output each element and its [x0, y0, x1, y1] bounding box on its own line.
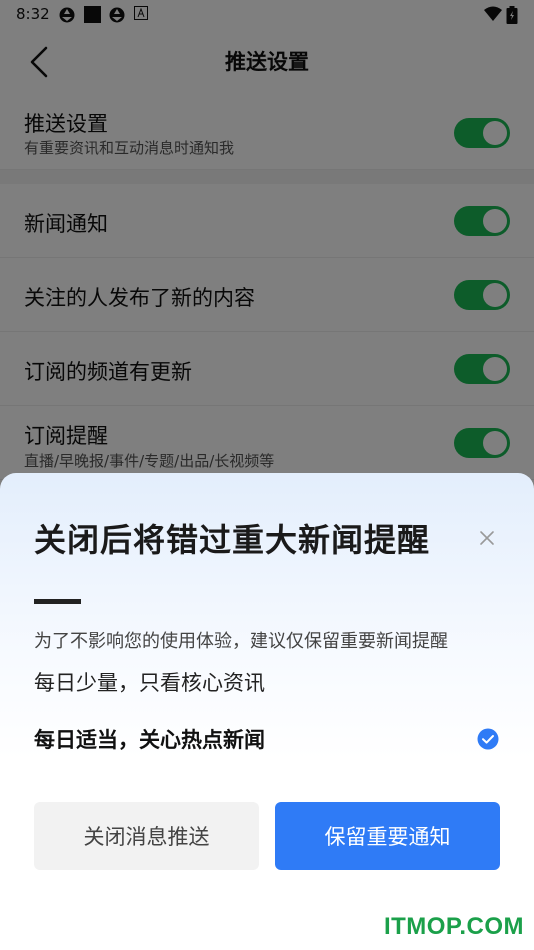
check-circle-icon[interactable]	[477, 728, 499, 750]
turn-off-push-button[interactable]: 关闭消息推送	[34, 802, 259, 870]
option-minimal[interactable]: 每日少量，只看核心资讯	[34, 667, 265, 697]
keep-important-button[interactable]: 保留重要通知	[275, 802, 500, 870]
close-icon[interactable]	[474, 525, 500, 551]
confirm-sheet: 关闭后将错过重大新闻提醒 为了不影响您的使用体验，建议仅保留重要新闻提醒 每日少…	[0, 473, 534, 950]
option-moderate[interactable]: 每日适当，关心热点新闻	[34, 724, 265, 754]
sheet-hint: 为了不影响您的使用体验，建议仅保留重要新闻提醒	[34, 631, 448, 652]
title-underline	[34, 599, 81, 604]
watermark: ITMOP.COM	[383, 913, 524, 940]
sheet-title: 关闭后将错过重大新闻提醒	[34, 521, 431, 559]
